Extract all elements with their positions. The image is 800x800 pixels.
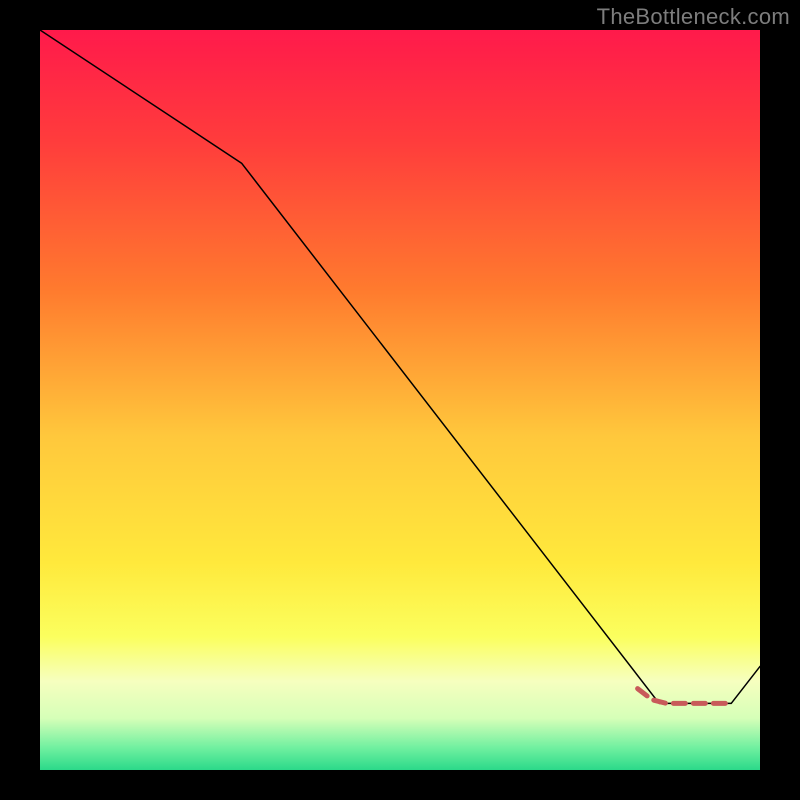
gradient-rect <box>40 30 760 770</box>
plot-area <box>40 30 760 770</box>
watermark-text: TheBottleneck.com <box>597 4 790 30</box>
plot-svg <box>40 30 760 770</box>
chart-frame: TheBottleneck.com <box>0 0 800 800</box>
